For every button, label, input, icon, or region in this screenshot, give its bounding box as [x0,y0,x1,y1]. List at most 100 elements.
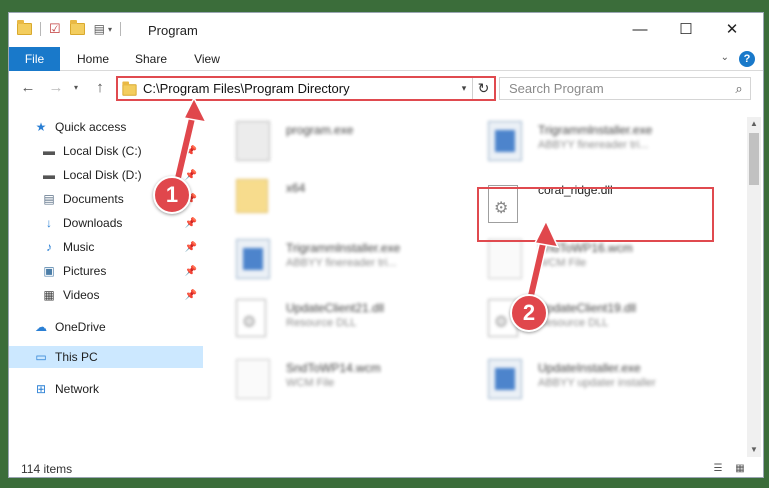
view-options-icon[interactable]: ▤ [94,22,105,36]
minimize-button[interactable]: — [617,13,663,45]
file-description: Resource DLL [538,317,609,329]
file-name: UpdateInstaller.exe [538,361,641,375]
highlight-box [477,187,714,242]
address-path[interactable]: C:\Program Files\Program Directory [143,81,456,96]
scroll-up-icon[interactable]: ▲ [747,117,761,131]
sidebar-item-label: Downloads [63,216,123,230]
document-icon [236,359,270,399]
sidebar-item-label: Local Disk (C:) [63,144,142,158]
tab-home[interactable]: Home [71,47,115,71]
sidebar-item-videos[interactable]: ▦ Videos 📌 [9,284,203,306]
sidebar-item-label: This PC [55,350,98,364]
pin-icon: 📌 [184,241,197,253]
sidebar-item-label: Music [63,240,95,254]
tab-share[interactable]: Share [129,47,173,71]
title-bar: ☑ ▤ ▾ Program — ☐ ✕ [9,13,763,47]
ribbon-tabs: File Home Share View ⌄ ? [9,47,763,71]
file-description: ABBYY updater installer [538,377,656,389]
customize-chevron-icon[interactable]: ▾ [108,25,112,34]
file-name: UpdateClient21.dll [286,301,385,315]
close-button[interactable]: ✕ [709,13,755,45]
address-bar[interactable]: C:\Program Files\Program Directory ▾ ↻ [116,76,496,101]
sidebar-item-label: Documents [63,192,124,206]
refresh-icon[interactable]: ↻ [472,78,494,99]
toolbar-divider [40,22,41,36]
file-item[interactable]: UpdateClient21.dll Resource DLL [224,295,464,345]
network-icon: ⊞ [35,382,47,396]
file-item[interactable]: SndToWP14.wcm WCM File [224,355,464,405]
pin-icon: 📌 [184,265,197,277]
pin-icon: 📌 [184,217,197,229]
sidebar-item-downloads[interactable]: ↓ Downloads 📌 [9,212,203,234]
step-two-badge: 2 [510,294,548,332]
help-button[interactable]: ? [739,51,755,67]
file-description: WCM File [538,257,587,269]
file-name: SndToWP14.wcm [286,361,381,375]
app-file-icon [488,121,522,161]
computer-icon: ▭ [35,350,47,364]
sidebar-item-onedrive[interactable]: ☁ OneDrive [9,316,203,338]
toolbar-divider [120,22,122,36]
forward-button[interactable]: → [47,79,65,97]
file-name: UpdateClient19.dll [538,301,637,315]
app-file-icon [488,359,522,399]
file-name: Trigrammlnstaller.exe [538,123,653,137]
sidebar-item-network[interactable]: ⊞ Network [9,378,203,400]
sidebar-item-local-disk-c[interactable]: ▬ Local Disk (C:) 📌 [9,140,203,162]
sidebar-item-label: Pictures [63,264,107,278]
videos-icon: ▦ [43,288,55,302]
scroll-down-icon[interactable]: ▼ [747,443,761,457]
maximize-button[interactable]: ☐ [663,13,709,45]
tab-file[interactable]: File [9,47,60,71]
vertical-scrollbar[interactable]: ▲ ▼ [747,117,761,457]
file-list: program.exe Trigrammlnstaller.exe ABBYY … [214,111,744,451]
back-button[interactable]: ← [19,79,37,97]
details-view-icon[interactable]: ☰ [711,463,725,475]
up-button[interactable]: ↑ [91,79,109,97]
step-one-badge: 1 [153,176,191,214]
file-name: program.exe [286,123,354,137]
folder-icon [122,81,137,96]
drive-icon: ▬ [43,168,55,182]
file-item[interactable]: Trigrammlnstaller.exe ABBYY finereader t… [476,117,716,167]
window-title: Program [148,23,198,38]
file-name: x64 [286,181,306,195]
file-item[interactable]: SndToWP16.wcm WCM File [476,235,716,285]
file-item[interactable]: x64 [224,175,464,225]
sidebar-item-quick-access[interactable]: ★ Quick access [9,116,203,138]
quick-access-toolbar: ☑ ▤ ▾ [17,20,122,38]
expand-ribbon-icon[interactable]: ⌄ [721,52,729,63]
recent-locations-icon[interactable]: ▾ [67,79,85,97]
pin-icon: 📌 [184,289,197,301]
exe-file-icon [236,121,270,161]
properties-icon[interactable]: ☑ [49,21,61,37]
search-icon[interactable]: ⌕ [728,81,750,97]
sidebar-item-music[interactable]: ♪ Music 📌 [9,236,203,258]
folder-icon [17,20,32,35]
search-box[interactable]: Search Program ⌕ [499,77,751,100]
search-input[interactable]: Search Program [509,81,728,96]
new-folder-icon[interactable] [69,20,85,35]
address-dropdown-icon[interactable]: ▾ [456,83,472,94]
document-icon [488,239,522,279]
pictures-icon: ▣ [43,264,55,278]
pin-icon: 📌 [184,169,197,181]
sidebar-item-label: Local Disk (D:) [63,168,142,182]
sidebar-item-this-pc[interactable]: ▭ This PC [9,346,203,368]
sidebar-item-label: OneDrive [55,320,106,334]
folder-icon [236,179,268,213]
file-item[interactable]: program.exe [224,117,464,167]
tab-view[interactable]: View [185,47,229,71]
scroll-thumb[interactable] [749,133,759,185]
file-item[interactable]: Trigrammlnstaller.exe ABBYY finereader t… [224,235,464,285]
file-description: Resource DLL [286,317,357,329]
dll-gear-icon [236,299,266,337]
file-description: ABBYY finereader tri... [286,257,397,269]
sidebar-item-pictures[interactable]: ▣ Pictures 📌 [9,260,203,282]
file-name: Trigrammlnstaller.exe [286,241,401,255]
pin-icon: 📌 [184,145,197,157]
music-icon: ♪ [46,240,52,254]
star-icon: ★ [35,120,47,134]
file-item[interactable]: UpdateInstaller.exe ABBYY updater instal… [476,355,716,405]
large-icons-view-icon[interactable]: ▦ [733,463,747,475]
